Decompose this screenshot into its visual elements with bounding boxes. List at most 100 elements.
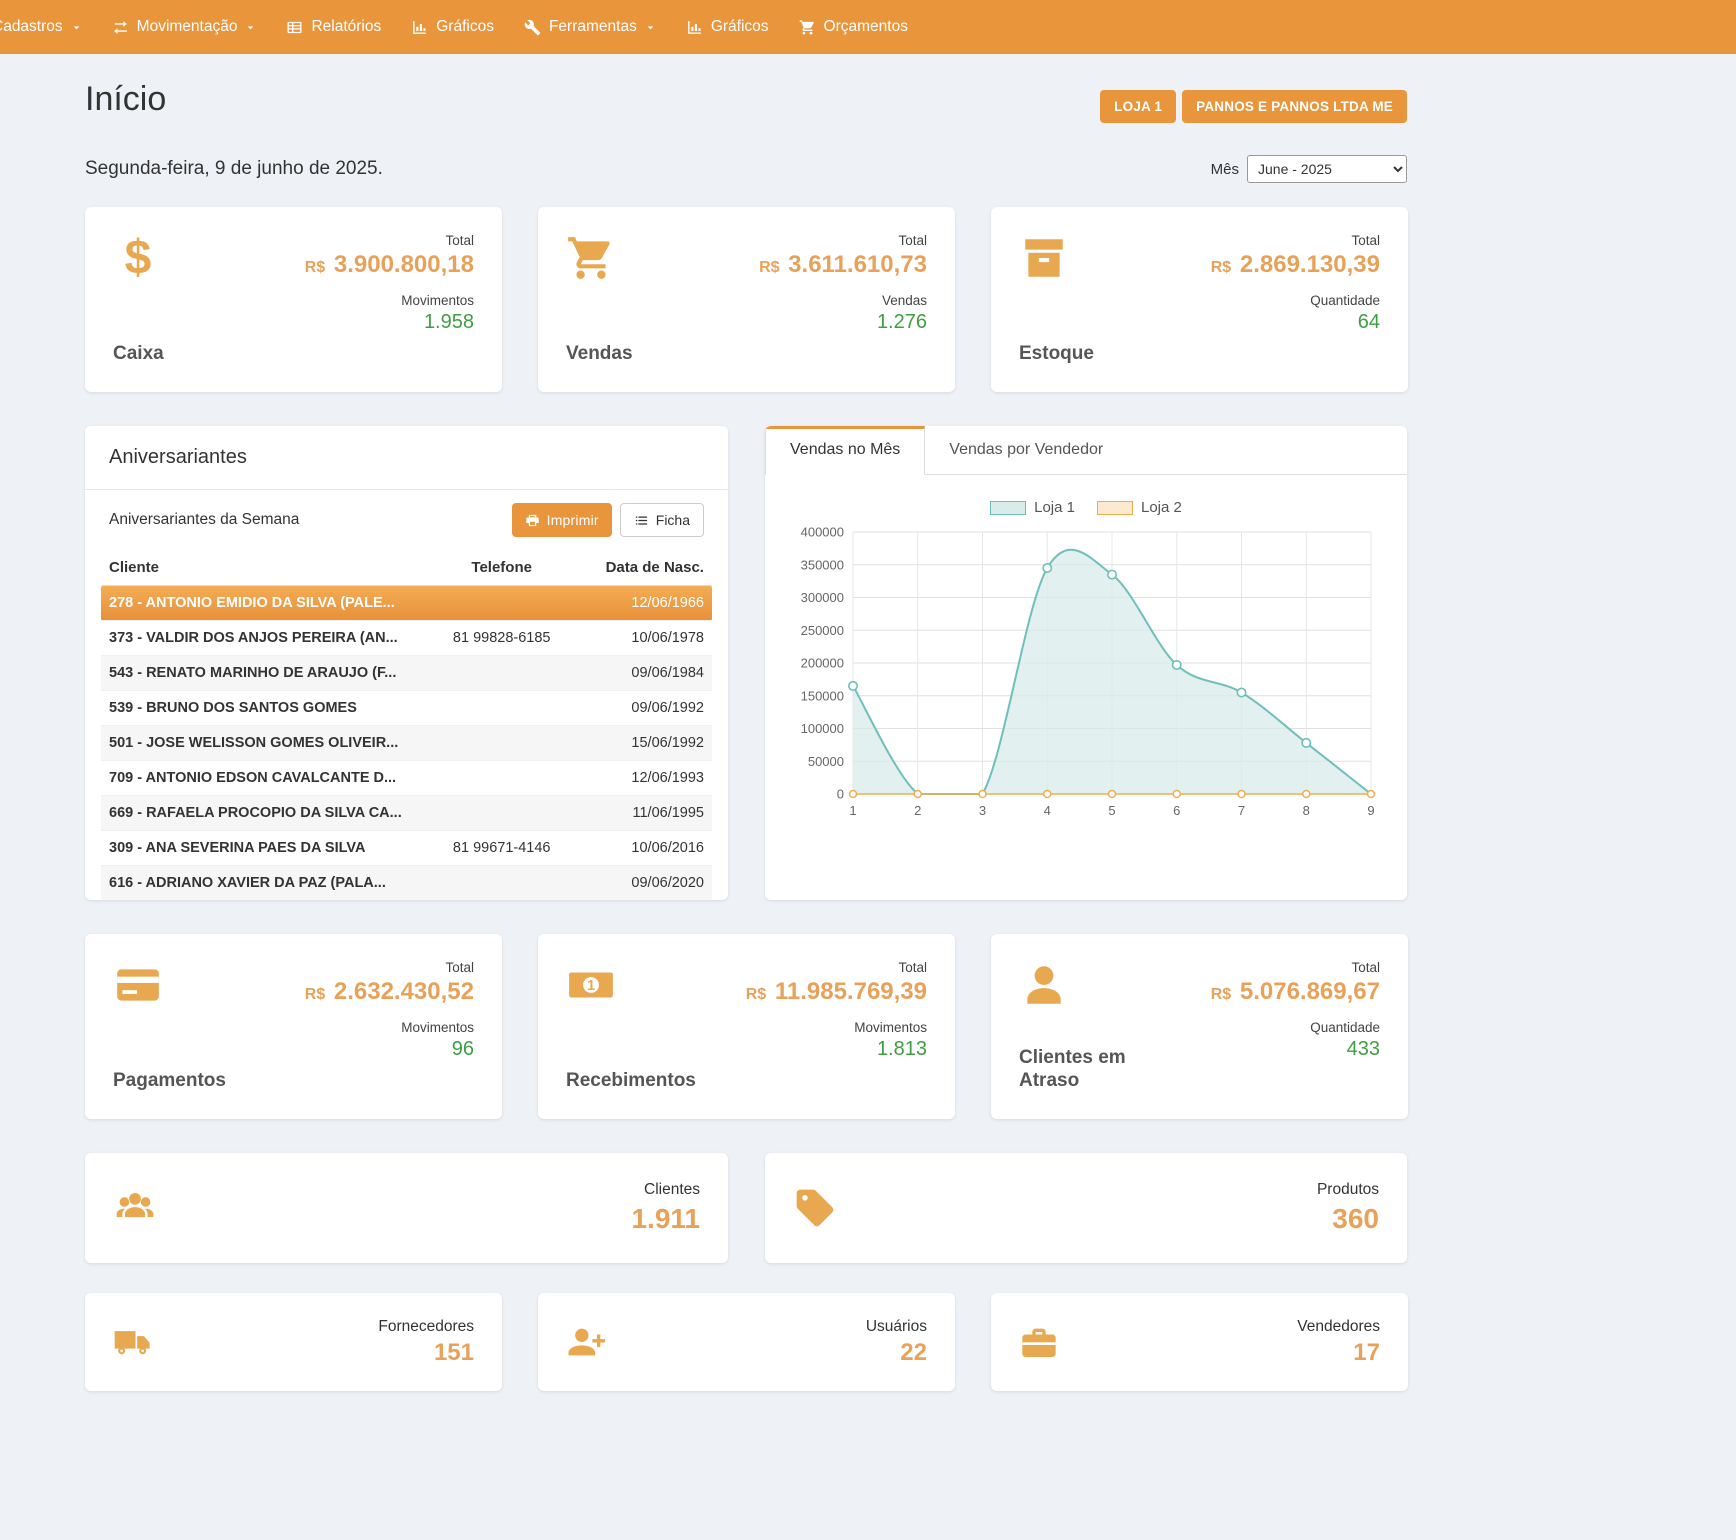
company-button[interactable]: PANNOS E PANNOS LTDA ME [1182, 90, 1407, 123]
nav-item-movimentacao[interactable]: Movimentação [97, 0, 272, 54]
birthday-row[interactable]: 616 - ADRIANO XAVIER DA PAZ (PALA... 09/0… [101, 866, 712, 900]
tag-icon [793, 1186, 837, 1230]
birthday-row[interactable]: 501 - JOSE WELISSON GOMES OLIVEIR... 15/0… [101, 726, 712, 761]
stat-card-name: Recebimentos [566, 1070, 696, 1093]
wide-card-value: 1.911 [631, 1203, 700, 1235]
nav-item-orcamentos[interactable]: Orçamentos [784, 0, 923, 54]
tab-vendas-no-mes[interactable]: Vendas no Mês [765, 426, 925, 475]
count-value: 96 [452, 1038, 474, 1061]
credit-card-icon [113, 960, 163, 1010]
nav-item-graficos[interactable]: Gráficos [396, 0, 509, 54]
total-value: R$ 11.985.769,39 [746, 978, 927, 1006]
bottom-card-name: Vendedores [1297, 1318, 1380, 1336]
column-cliente: Cliente [109, 559, 436, 576]
birthday-client: 539 - BRUNO DOS SANTOS GOMES [109, 700, 436, 716]
birthday-date: 15/06/1992 [567, 735, 704, 751]
users-icon [113, 1186, 157, 1230]
wide-card-values: Produtos 360 [1317, 1181, 1379, 1235]
legend-swatch-loja-2 [1097, 501, 1133, 515]
stat-card-vendas: VendasTotalR$ 3.611.610,73Vendas1.276 [538, 207, 955, 392]
svg-text:9: 9 [1367, 803, 1374, 818]
bottom-card-value: 151 [378, 1339, 474, 1367]
birthday-row[interactable]: 373 - VALDIR DOS ANJOS PEREIRA (AN...81 … [101, 621, 712, 656]
count-label: Movimentos [854, 1020, 927, 1035]
stat-card-left: Clientes em Atraso [1019, 960, 1149, 1093]
stat-card-recebimentos: 1RecebimentosTotalR$ 11.985.769,39Movime… [538, 934, 955, 1119]
legend-label: Loja 2 [1141, 499, 1182, 516]
count-label: Vendas [882, 293, 927, 308]
legend-swatch-loja-1 [990, 501, 1026, 515]
print-button[interactable]: Imprimir [512, 503, 612, 537]
legend-loja-1: Loja 1 [990, 499, 1075, 516]
birthday-date: 09/06/1992 [567, 700, 704, 716]
svg-text:350000: 350000 [801, 557, 844, 572]
nav-item-relatorios[interactable]: Relatórios [271, 0, 396, 54]
tab-vendas-por-vendedor[interactable]: Vendas por Vendedor [925, 426, 1127, 474]
wide-card-name: Produtos [1317, 1181, 1379, 1199]
page: Início LOJA 1 PANNOS E PANNOS LTDA ME Se… [85, 54, 1407, 1391]
birthday-phone: 81 99828-6185 [436, 630, 567, 646]
total-value: R$ 3.900.800,18 [305, 251, 474, 279]
wide-card-value: 360 [1317, 1203, 1379, 1235]
bottom-cards: Fornecedores151Usuários22Vendedores17 [85, 1293, 1407, 1391]
svg-text:$: $ [125, 233, 152, 283]
store-button[interactable]: LOJA 1 [1100, 90, 1176, 123]
svg-text:50000: 50000 [808, 754, 844, 769]
caret-down-icon [71, 22, 82, 33]
stat-card-pagamentos: PagamentosTotalR$ 2.632.430,52Movimentos… [85, 934, 502, 1119]
birthday-date: 10/06/2016 [567, 840, 704, 856]
count-value: 433 [1347, 1038, 1380, 1061]
stat-card-clientes-em-atraso: Clientes em AtrasoTotalR$ 5.076.869,67Qu… [991, 934, 1408, 1119]
wide-cards: Clientes 1.911 Produtos 360 [85, 1153, 1407, 1263]
ficha-button[interactable]: Ficha [620, 503, 704, 537]
birthday-client: 669 - RAFAELA PROCOPIO DA SILVA CA... [109, 805, 436, 821]
nav-item-graficos[interactable]: Gráficos [671, 0, 784, 54]
count-label: Quantidade [1310, 293, 1380, 308]
birthday-row[interactable]: 539 - BRUNO DOS SANTOS GOMES 09/06/1992 [101, 691, 712, 726]
month-label: Mês [1211, 161, 1239, 178]
stat-card-caixa: $CaixaTotalR$ 3.900.800,18Movimentos1.95… [85, 207, 502, 392]
birthday-date: 09/06/2020 [567, 875, 704, 891]
bottom-card-usuarios: Usuários22 [538, 1293, 955, 1391]
stat-card-name: Vendas [566, 343, 633, 366]
title-buttons: LOJA 1 PANNOS E PANNOS LTDA ME [1100, 90, 1407, 123]
birthday-row[interactable]: 709 - ANTONIO EDSON CAVALCANTE D...12/06… [101, 761, 712, 796]
birthday-date: 11/06/1995 [567, 805, 704, 821]
column-data-nasc: Data de Nasc. [567, 559, 704, 576]
nav-item-ferramentas[interactable]: Ferramentas [509, 0, 671, 54]
birthday-row[interactable]: 543 - RENATO MARINHO DE ARAUJO (F...09/0… [101, 656, 712, 691]
svg-text:0: 0 [837, 787, 844, 802]
total-value: R$ 2.869.130,39 [1211, 251, 1380, 279]
total-value: R$ 2.632.430,52 [305, 978, 474, 1006]
total-label: Total [1351, 960, 1380, 975]
month-select[interactable]: June - 2025 [1247, 155, 1407, 183]
bottom-card-value: 17 [1297, 1339, 1380, 1367]
navbar-items: CadastrosMovimentação Relatórios GráficosF… [0, 0, 923, 54]
truck-icon [113, 1322, 153, 1362]
stat-card-values: TotalR$ 2.869.130,39Quantidade64 [1211, 233, 1380, 366]
stat-card-name: Pagamentos [113, 1070, 226, 1093]
wide-card-name: Clientes [631, 1181, 700, 1199]
nav-item-label: Relatórios [311, 18, 381, 36]
birthday-row[interactable]: 309 - ANA SEVERINA PAES DA SILVA81 99671… [101, 831, 712, 866]
list-icon [634, 513, 649, 528]
navbar: CadastrosMovimentação Relatórios GráficosF… [0, 0, 1736, 54]
date-text: Segunda-feira, 9 de junho de 2025. [85, 158, 383, 180]
birthdays-subtitle: Aniversariantes da Semana [109, 511, 299, 529]
cart-icon [799, 19, 816, 36]
report-icon [286, 19, 303, 36]
bottom-card-values: Usuários22 [866, 1318, 927, 1367]
birthdays-panel: Aniversariantes Aniversariantes da Seman… [85, 426, 728, 900]
printer-icon [525, 513, 540, 528]
birthday-client: 616 - ADRIANO XAVIER DA PAZ (PALA... [109, 875, 436, 891]
birthday-client: 501 - JOSE WELISSON GOMES OLIVEIR... [109, 735, 436, 751]
nav-item-cadastros[interactable]: Cadastros [0, 0, 97, 54]
svg-text:1: 1 [849, 803, 856, 818]
birthday-row[interactable]: 278 - ANTONIO EMIDIO DA SILVA (PALE...12… [101, 586, 712, 621]
stat-card-name: Estoque [1019, 343, 1094, 366]
month-picker: Mês June - 2025 [1211, 155, 1407, 183]
birthday-row[interactable]: 669 - RAFAELA PROCOPIO DA SILVA CA... 11/… [101, 796, 712, 831]
sales-line-chart: 0500001000001500002000002500003000003500… [789, 518, 1383, 828]
birthday-client: 278 - ANTONIO EMIDIO DA SILVA (PALE... [109, 595, 436, 611]
svg-text:4: 4 [1044, 803, 1051, 818]
